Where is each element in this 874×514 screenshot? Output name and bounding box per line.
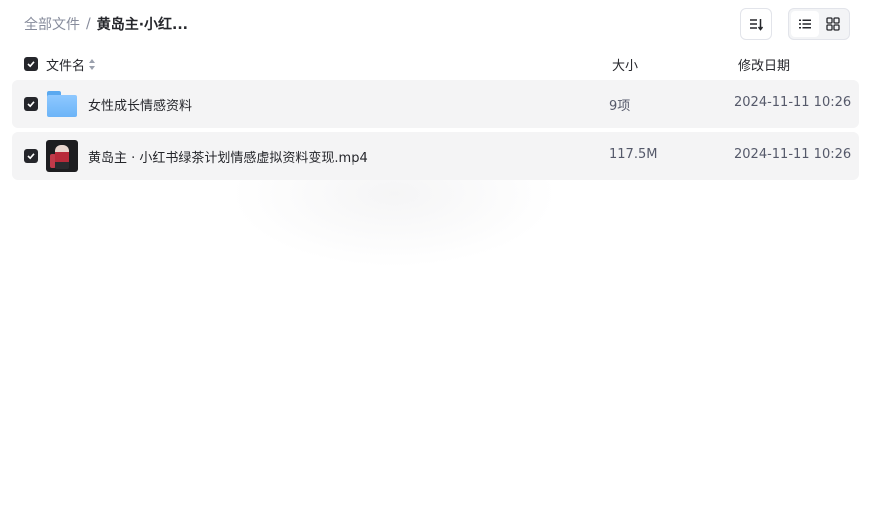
select-all-checkbox[interactable] [24, 57, 38, 71]
breadcrumb-separator: / [86, 16, 91, 32]
check-icon [27, 101, 35, 108]
file-name[interactable]: 黄岛主 · 小红书绿茶计划情感虚拟资料变现.mp4 [88, 147, 368, 166]
file-size: 9项 [609, 99, 631, 114]
check-icon [27, 153, 35, 160]
file-browser: 全部文件 / 黄岛主·小红... 文件名 大小 修改日期 女性成长情感资料 9项… [0, 0, 874, 514]
row-checkbox[interactable] [24, 149, 38, 163]
sort-button[interactable] [740, 8, 772, 40]
column-name-label: 文件名 [46, 59, 86, 74]
list-view-button[interactable] [791, 11, 819, 37]
breadcrumb-root[interactable]: 全部文件 [24, 14, 80, 34]
video-thumbnail-icon [46, 140, 78, 172]
list-view-icon [799, 19, 811, 29]
file-date: 2024-11-11 10:26 [734, 147, 852, 162]
column-header-size[interactable]: 大小 [612, 55, 638, 74]
sort-icon [750, 19, 764, 31]
sort-arrows-icon [89, 59, 96, 70]
check-icon [27, 61, 35, 68]
file-date: 2024-11-11 10:26 [734, 95, 852, 110]
column-header-date[interactable]: 修改日期 [738, 55, 790, 74]
column-header-name[interactable]: 文件名 [46, 55, 96, 74]
breadcrumb: 全部文件 / 黄岛主·小红... [24, 14, 188, 34]
view-toggle [788, 8, 850, 40]
grid-view-button[interactable] [819, 11, 847, 37]
row-checkbox[interactable] [24, 97, 38, 111]
table-header: 文件名 大小 修改日期 [12, 50, 859, 78]
table-row[interactable]: 女性成长情感资料 9项 2024-11-11 10:26 [12, 80, 859, 128]
file-name[interactable]: 女性成长情感资料 [88, 95, 192, 114]
table-row[interactable]: 黄岛主 · 小红书绿茶计划情感虚拟资料变现.mp4 117.5M 2024-11… [12, 132, 859, 180]
folder-icon [46, 88, 78, 120]
grid-view-icon [826, 17, 840, 31]
breadcrumb-current: 黄岛主·小红... [96, 17, 188, 33]
file-size: 117.5M [609, 147, 658, 162]
